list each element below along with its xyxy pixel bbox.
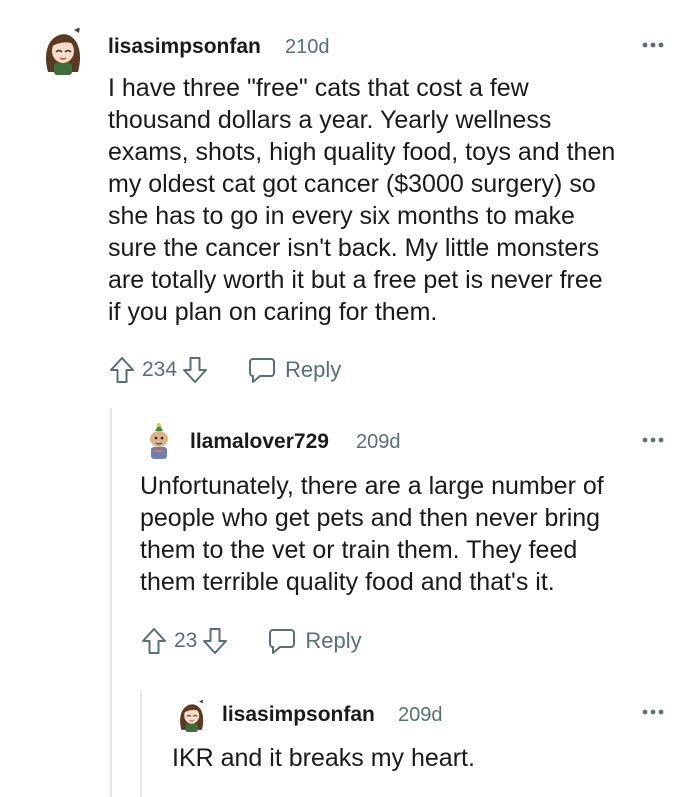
comment-body: IKR and it breaks my heart.: [172, 742, 475, 774]
comment-timestamp: 209d: [398, 704, 443, 726]
cartoon-girl-avatar-icon[interactable]: [172, 696, 210, 734]
comment-thread: lisasimpsonfan 210d I have three "free" …: [0, 0, 700, 797]
more-options-icon[interactable]: [642, 708, 664, 716]
comment: lisasimpsonfan 209d IKR and it breaks my…: [0, 0, 700, 797]
comment-author[interactable]: lisasimpsonfan: [222, 703, 375, 727]
comment-body-line: IKR and it breaks my heart.: [172, 744, 475, 772]
